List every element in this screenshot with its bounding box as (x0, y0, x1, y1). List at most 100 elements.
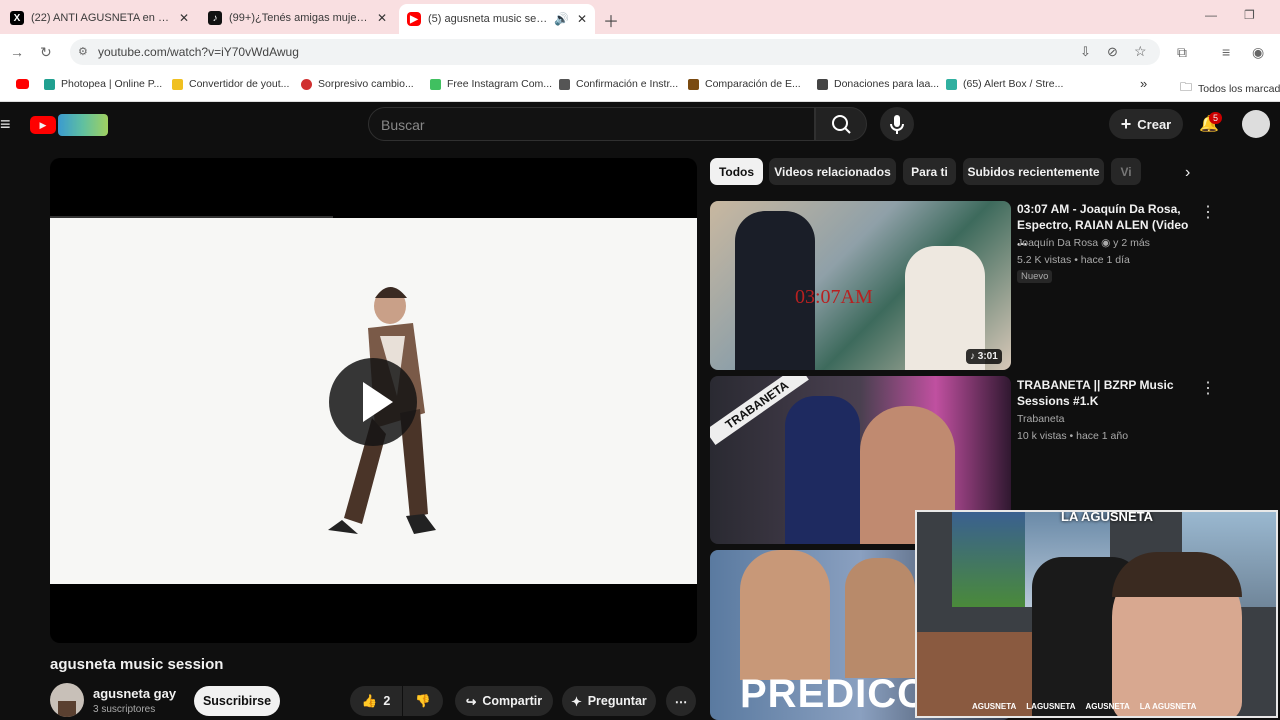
channel-avatar[interactable] (50, 683, 84, 717)
video-thumbnail[interactable]: 03:07AM ♪ 3:01 (710, 201, 1011, 370)
share-label: Compartir (482, 694, 543, 708)
tiktok-icon: ♪ (208, 11, 222, 25)
bookmark-donaciones[interactable]: Donaciones para laa... (817, 78, 939, 90)
youtube-logo-icon[interactable]: ▶ (30, 116, 56, 134)
voice-search-button[interactable] (880, 107, 914, 141)
bookmark-label: Free Instagram Com... (447, 78, 553, 90)
bookmark-confirmacion[interactable]: Confirmación e Instr... (559, 78, 678, 90)
video-stats: 5.2 K vistas • hace 1 día (1017, 254, 1130, 266)
link-icon (559, 78, 570, 90)
close-tab-icon[interactable]: ✕ (179, 11, 189, 25)
video-player[interactable] (50, 158, 697, 643)
address-toolbar: → ↻ ⚙ youtube.com/watch?v=iY70vWdAwug ⇩ … (0, 34, 1280, 70)
bookmark-star-icon[interactable]: ☆ (1134, 43, 1147, 60)
bookmark-label: Confirmación e Instr... (576, 78, 679, 90)
search-placeholder: Buscar (381, 117, 425, 133)
search-input[interactable]: Buscar (368, 107, 815, 141)
avatar-figure (58, 701, 76, 717)
close-tab-icon[interactable]: ✕ (377, 11, 387, 25)
url-field[interactable]: ⚙ youtube.com/watch?v=iY70vWdAwug ⇩ ⊘ ☆ (70, 39, 1160, 65)
subscriber-count: 3 suscriptores (93, 704, 156, 715)
profile-icon[interactable]: ◉ (1252, 44, 1264, 61)
tab-youtube-active[interactable]: ▶ (5) agusneta music session 🔊 ✕ (399, 4, 595, 34)
more-vert-icon[interactable]: ⋮ (1200, 202, 1216, 222)
video-channel[interactable]: Joaquín Da Rosa ◉ y 2 más (1017, 237, 1150, 249)
channel-doodle-icon[interactable] (58, 114, 108, 136)
menu-icon[interactable]: ≡ (0, 114, 11, 135)
social-handles: AGUSNETA LAGUSNETA AGUSNETA LA AGUSNETA (972, 702, 1272, 711)
bookmark-icon (301, 78, 312, 90)
browser-tab-strip: X (22) ANTI AGUSNETA en X: ""H ✕ ♪ (99+)… (0, 0, 1280, 34)
avatar[interactable] (1242, 110, 1270, 138)
chip-todos[interactable]: Todos (710, 158, 763, 185)
more-actions-button[interactable]: ⋯ (666, 686, 696, 716)
youtube-icon-handle: LA AGUSNETA (1139, 702, 1197, 711)
more-bookmarks-icon[interactable]: » (1140, 76, 1147, 91)
mic-icon (890, 115, 904, 134)
chip-videos-relacionados[interactable]: Videos relacionados (769, 158, 896, 185)
thumbnail-text: 03:07AM (795, 286, 873, 308)
bookmark-label: Sorpresivo cambio... (318, 78, 414, 90)
eye-off-icon[interactable]: ⊘ (1107, 44, 1118, 60)
bookmark-sorpresivo[interactable]: Sorpresivo cambio... (301, 78, 414, 90)
new-badge: Nuevo (1017, 270, 1053, 283)
tab-title: (99+)¿Tenés amigas mujeres? | (229, 12, 369, 24)
chip-para-ti[interactable]: Para ti (903, 158, 956, 185)
channel-name[interactable]: agusneta gay (93, 686, 176, 701)
bookmark-instagram[interactable]: Free Instagram Com... (430, 78, 552, 90)
restore-icon[interactable]: ❐ (1244, 8, 1255, 22)
bookmark-icon (44, 78, 55, 90)
tab-tiktok[interactable]: ♪ (99+)¿Tenés amigas mujeres? | ✕ (200, 4, 396, 32)
bookmark-convertidor[interactable]: Convertidor de yout... (172, 78, 289, 90)
bookmarks-bar: Photopea | Online P... Convertidor de yo… (0, 70, 1280, 102)
new-tab-icon[interactable]: ＋ (603, 8, 619, 32)
video-title[interactable]: TRABANETA || BZRP Music Sessions #1.K (1017, 377, 1192, 409)
bookmark-icon (817, 78, 828, 90)
like-button[interactable]: 👍 2 (350, 686, 402, 716)
tab-title: (5) agusneta music session (428, 13, 548, 25)
person-figure (845, 558, 915, 678)
create-button[interactable]: + Crear (1109, 109, 1183, 139)
media-icon[interactable]: ≡ (1222, 44, 1230, 60)
youtube-masthead: ≡ ▶ Buscar + Crear 🔔 5 (0, 102, 1280, 150)
reload-icon[interactable]: ↻ (40, 44, 52, 61)
video-title: agusneta music session (50, 656, 224, 673)
webcam-overlay: LA AGUSNETA AGUSNETA LAGUSNETA AGUSNETA … (915, 510, 1278, 718)
youtube-icon: ▶ (407, 12, 421, 26)
all-bookmarks-folder[interactable]: 🗀 Todos los marcado (1180, 78, 1280, 99)
share-button[interactable]: ↪ Compartir (455, 686, 553, 716)
bookmark-alertbox[interactable]: (65) Alert Box / Stre... (946, 78, 1063, 90)
bookmark-comparacion[interactable]: Comparación de E... (688, 78, 801, 90)
forward-icon[interactable]: → (10, 44, 24, 60)
subscribe-button[interactable]: Suscribirse (194, 686, 280, 716)
dislike-button[interactable]: 👎 (403, 686, 443, 716)
bookmark-icon (430, 78, 441, 90)
extensions-icon[interactable]: ⧉ (1177, 44, 1187, 61)
bookmark-label: Comparación de E... (705, 78, 801, 90)
sparkle-icon: ✦ (571, 694, 582, 709)
search-button[interactable] (815, 107, 867, 141)
chip-subidos-recientemente[interactable]: Subidos recientemente (963, 158, 1104, 185)
chip-more[interactable]: Vi (1111, 158, 1141, 185)
tab-anti-agusneta[interactable]: X (22) ANTI AGUSNETA en X: ""H ✕ (2, 4, 198, 32)
channel-extra: y 2 más (1113, 237, 1150, 249)
bookmark-label: Convertidor de yout... (189, 78, 290, 90)
install-app-icon[interactable]: ⇩ (1080, 44, 1091, 60)
close-tab-icon[interactable]: ✕ (577, 12, 587, 26)
wall-poster (952, 512, 1027, 607)
more-icon: ⋯ (674, 694, 688, 709)
channel-logo: LA AGUSNETA (1061, 510, 1153, 524)
youtube-bookmark-icon[interactable] (16, 79, 29, 89)
bookmark-photopea[interactable]: Photopea | Online P... (44, 78, 162, 90)
ask-button[interactable]: ✦ Preguntar (562, 686, 656, 716)
play-button[interactable] (329, 358, 417, 446)
minimize-icon[interactable]: — (1205, 8, 1217, 22)
verified-icon: ◉ (1101, 237, 1111, 249)
site-info-icon[interactable]: ⚙ (78, 45, 88, 58)
speaker-icon[interactable]: 🔊 (554, 12, 569, 26)
chevron-right-icon[interactable]: › (1185, 164, 1190, 182)
channel-name: Joaquín Da Rosa (1017, 237, 1099, 249)
more-vert-icon[interactable]: ⋮ (1200, 378, 1216, 398)
instagram-icon-handle: AGUSNETA (972, 702, 1017, 711)
video-channel[interactable]: Trabaneta (1017, 413, 1064, 425)
